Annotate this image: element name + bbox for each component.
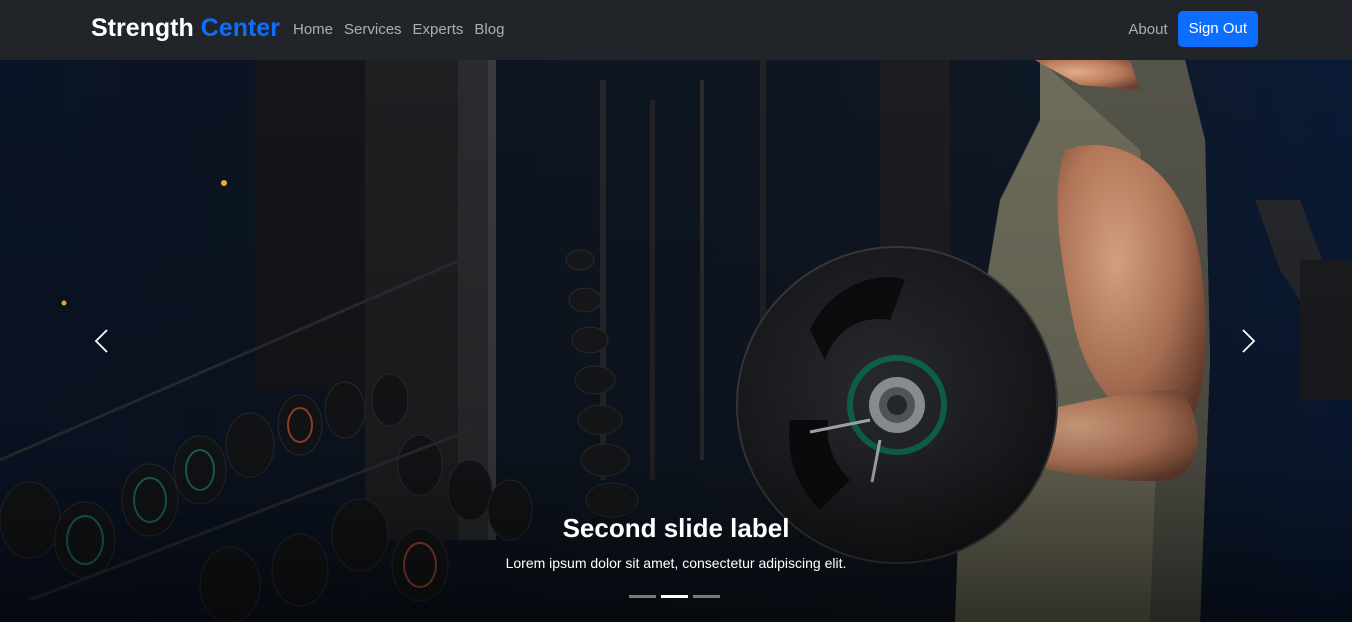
carousel-caption-text: Lorem ipsum dolor sit amet, consectetur … [505,555,847,571]
carousel-indicators [629,595,720,598]
sign-out-button[interactable]: Sign Out [1177,11,1258,47]
carousel-indicator-1[interactable] [629,595,656,598]
chevron-right-icon [1242,329,1256,353]
brand-accent: Center [200,14,280,42]
hero-carousel: Second slide label Lorem ipsum dolor sit… [0,60,1352,622]
nav-links: Home Services Experts Blog [293,20,504,40]
chevron-left-icon [94,329,108,353]
nav-right: About Sign Out [1128,11,1258,47]
carousel-prev-button[interactable] [87,326,117,356]
navbar: Strength Center Home Services Experts Bl… [0,0,1352,60]
carousel-indicator-2[interactable] [661,595,688,598]
brand-logo[interactable]: Strength Center [91,12,280,44]
nav-about[interactable]: About [1128,21,1167,38]
nav-blog[interactable]: Blog [474,20,504,40]
carousel-caption-title: Second slide label [562,513,790,543]
nav-experts[interactable]: Experts [413,20,464,40]
carousel-indicator-3[interactable] [693,595,720,598]
carousel-next-button[interactable] [1233,326,1263,356]
nav-home[interactable]: Home [293,20,333,40]
brand-name: Strength [91,14,194,42]
nav-services[interactable]: Services [344,20,402,40]
